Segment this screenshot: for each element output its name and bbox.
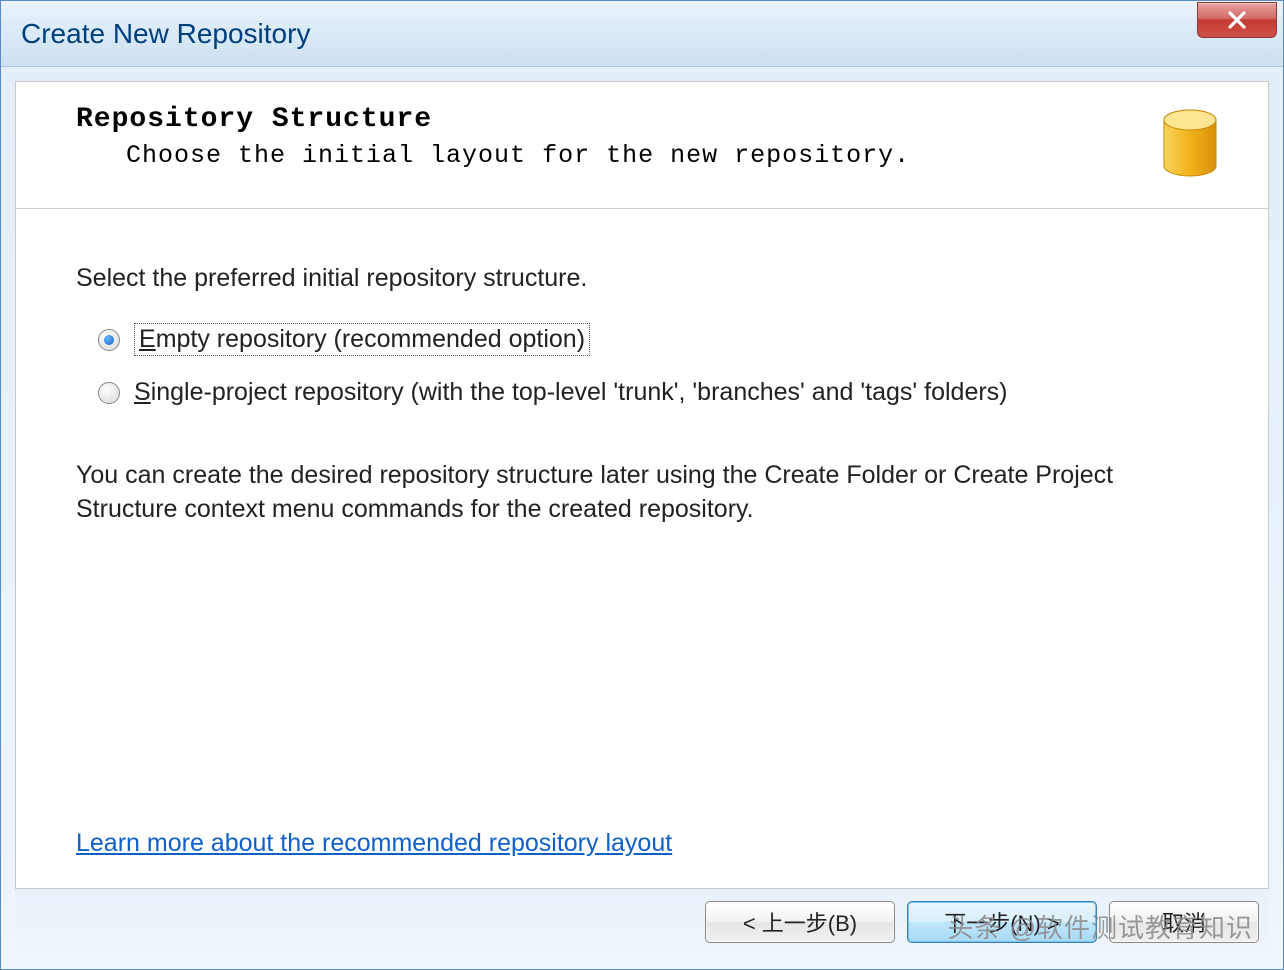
spacer (76, 527, 1208, 830)
content-outer: Repository Structure Choose the initial … (1, 67, 1283, 969)
next-button[interactable]: 下一步(N) > (907, 901, 1097, 943)
radio-indicator-single (98, 382, 120, 404)
learn-more-link[interactable]: Learn more about the recommended reposit… (76, 829, 1208, 858)
radio-label-single: Single-project repository (with the top-… (134, 378, 1008, 407)
note-text: You can create the desired repository st… (76, 459, 1196, 527)
window-title: Create New Repository (21, 18, 310, 50)
radio-option-empty[interactable]: Empty repository (recommended option) (98, 323, 1208, 356)
cancel-button[interactable]: 取消 (1109, 901, 1259, 943)
header-section: Repository Structure Choose the initial … (16, 82, 1268, 209)
close-icon (1226, 9, 1248, 31)
radio-indicator-empty (98, 329, 120, 351)
header-heading: Repository Structure (76, 104, 910, 135)
back-button[interactable]: < 上一步(B) (705, 901, 895, 943)
panel: Repository Structure Choose the initial … (15, 81, 1269, 889)
database-icon (1160, 108, 1220, 178)
titlebar: Create New Repository (1, 1, 1283, 67)
button-row: < 上一步(B) 下一步(N) > 取消 头条 @软件测试教育知识 (15, 889, 1269, 955)
radio-option-single[interactable]: Single-project repository (with the top-… (98, 378, 1208, 407)
header-subheading: Choose the initial layout for the new re… (76, 141, 910, 170)
radio-group: Empty repository (recommended option) Si… (76, 323, 1208, 429)
body-section: Select the preferred initial repository … (16, 209, 1268, 888)
close-button[interactable] (1197, 2, 1277, 38)
radio-label-empty: Empty repository (recommended option) (134, 323, 590, 356)
instruction-text: Select the preferred initial repository … (76, 264, 1208, 293)
dialog-window: Create New Repository Repository Structu… (0, 0, 1284, 970)
header-text: Repository Structure Choose the initial … (76, 104, 910, 170)
